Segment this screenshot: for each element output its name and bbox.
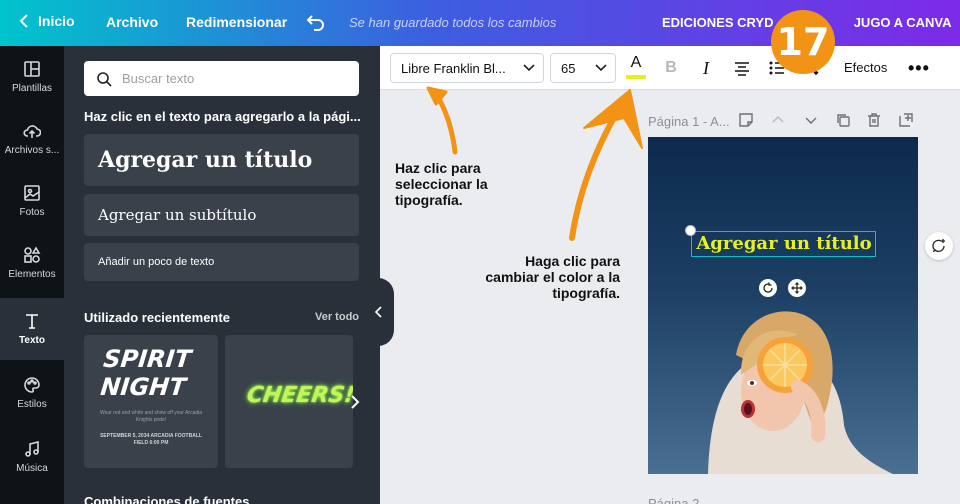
rail-item-estilos[interactable]: Estilos	[0, 362, 64, 424]
rail-item-musica[interactable]: Música	[0, 426, 64, 488]
note-icon[interactable]	[738, 112, 754, 128]
upload-cloud-icon	[23, 125, 41, 138]
document-title-tail: JUGO A CANVA	[853, 15, 952, 30]
text-color-letter: A	[630, 54, 642, 71]
chevron-left-icon	[374, 306, 382, 318]
search-box[interactable]	[84, 61, 359, 96]
page-title[interactable]: Página 1 - A...	[648, 114, 730, 129]
collapse-panel-button[interactable]	[364, 278, 394, 346]
chevron-left-icon	[19, 14, 28, 28]
rail-item-plantillas[interactable]: Plantillas	[0, 46, 64, 108]
annotation-typography: Haz clic para seleccionar la tipografía.	[395, 160, 488, 208]
comment-add-icon	[932, 239, 945, 253]
card-subtext: Wear red and white and show off your Arc…	[99, 410, 203, 423]
card-heading: CHEERS!	[245, 383, 353, 408]
add-page-icon[interactable]	[898, 112, 914, 128]
rail-item-texto[interactable]: Texto	[0, 298, 64, 360]
annotation-color: Haga clic para cambiar el color a la tip…	[485, 253, 620, 301]
canvas-heading-text[interactable]: Agregar un título	[692, 232, 876, 256]
text-icon	[26, 314, 38, 329]
add-comment-button[interactable]	[925, 232, 953, 260]
page-2-title[interactable]: Página 2	[648, 496, 699, 504]
home-button[interactable]: Inicio	[18, 13, 75, 29]
rail-label: Plantillas	[11, 83, 53, 94]
font-combos-heading: Combinaciones de fuentes	[84, 494, 250, 504]
italic-button[interactable]: I	[696, 58, 716, 78]
design-page[interactable]: Agregar un título	[648, 137, 918, 474]
rail-label: Archivos s...	[4, 145, 60, 156]
palette-icon	[24, 377, 40, 393]
rail-label: Música	[16, 463, 48, 474]
chevron-down-icon	[523, 64, 535, 72]
chevron-up-icon[interactable]	[770, 112, 786, 128]
effects-button[interactable]: Efectos	[844, 60, 887, 75]
woman-with-orange-photo[interactable]	[648, 295, 918, 474]
move-button[interactable]	[788, 279, 806, 297]
text-color-button[interactable]: A	[626, 54, 646, 80]
rotate-button[interactable]	[759, 279, 777, 297]
add-heading-button[interactable]: Agregar un título	[84, 134, 359, 186]
music-icon	[25, 440, 39, 457]
trash-icon[interactable]	[866, 112, 882, 128]
chevron-right-icon[interactable]	[345, 392, 365, 412]
save-status: Se han guardado todos los cambios	[349, 15, 557, 30]
see-all-link[interactable]: Ver todo	[315, 311, 359, 323]
undo-icon[interactable]	[305, 11, 327, 33]
card-heading-line2: NIGHT	[99, 373, 188, 401]
font-family-dropdown[interactable]: Libre Franklin Bl...	[390, 53, 544, 83]
card-heading-line1: SPIRIT	[102, 345, 193, 373]
step-badge: 17	[771, 10, 835, 74]
photo-icon	[24, 185, 40, 201]
shapes-icon	[24, 246, 41, 263]
file-menu-button[interactable]: Archivo	[106, 14, 158, 30]
arrow-head-font	[426, 86, 448, 106]
card-date: SEPTEMBER 5, 2034 ARCADIA FOOTBALL FIELD…	[100, 433, 202, 446]
text-color-swatch	[626, 75, 646, 79]
layout-icon	[24, 61, 40, 77]
align-center-icon[interactable]	[732, 58, 752, 78]
recent-template-card[interactable]: CHEERS!	[225, 335, 353, 468]
rail-label: Fotos	[19, 207, 45, 218]
chevron-down-icon[interactable]	[803, 112, 819, 128]
add-subheading-button[interactable]: Agregar un subtítulo	[84, 194, 359, 236]
page-header: Página 1 - A...	[648, 110, 918, 132]
resize-button[interactable]: Redimensionar	[186, 14, 287, 30]
rail-item-fotos[interactable]: Fotos	[0, 170, 64, 232]
chevron-down-icon	[595, 64, 607, 72]
text-panel: Haz clic en el texto para agregarlo a la…	[64, 46, 380, 504]
panel-hint: Haz clic en el texto para agregarlo a la…	[84, 109, 361, 124]
move-icon	[791, 282, 803, 294]
search-input[interactable]	[122, 71, 342, 86]
font-size-dropdown[interactable]: 65	[550, 53, 616, 83]
rail-label: Elementos	[8, 269, 56, 280]
more-options-button[interactable]: •••	[908, 58, 930, 79]
bold-button[interactable]: B	[661, 58, 681, 78]
arrow-to-font-dropdown	[433, 91, 458, 155]
font-family-value: Libre Franklin Bl...	[401, 60, 506, 76]
duplicate-icon[interactable]	[835, 112, 851, 128]
home-label: Inicio	[38, 13, 75, 29]
format-toolbar: Libre Franklin Bl... 65 A B I Efectos ••…	[380, 46, 960, 90]
side-rail: Plantillas Archivos s... Fotos Elementos…	[0, 46, 64, 504]
add-body-text-button[interactable]: Añadir un poco de texto	[84, 243, 359, 281]
rail-item-uploads[interactable]: Archivos s...	[0, 108, 64, 170]
rail-label: Texto	[19, 335, 45, 346]
rail-item-elementos[interactable]: Elementos	[0, 232, 64, 294]
font-size-value: 65	[561, 60, 576, 76]
arrow-to-color-button	[569, 97, 627, 241]
rotate-icon	[763, 282, 773, 293]
search-icon	[97, 71, 112, 87]
recent-heading: Utilizado recientemente	[84, 310, 230, 325]
rail-label: Estilos	[17, 399, 47, 410]
card-heading: SPIRIT NIGHT	[99, 345, 192, 401]
arrow-head-color	[583, 89, 643, 149]
recent-template-card[interactable]: SPIRIT NIGHT Wear red and white and show…	[84, 335, 218, 468]
